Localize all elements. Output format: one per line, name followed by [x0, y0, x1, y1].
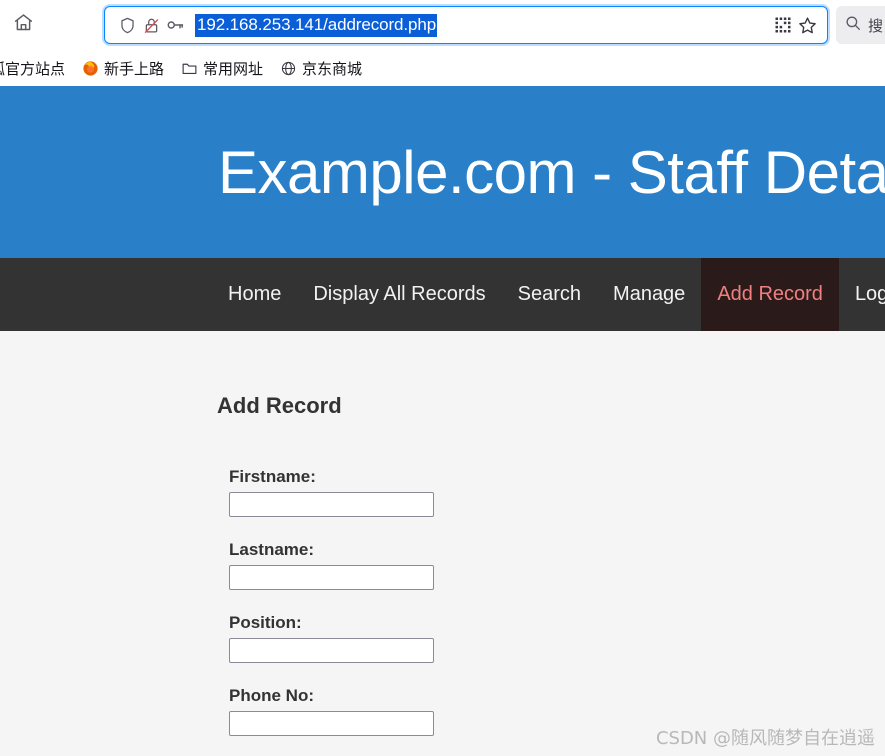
star-icon[interactable] — [795, 13, 819, 37]
browser-toolbar: 192.168.253.141/addrecord.php 搜 — [0, 0, 885, 50]
nav-item-add-record[interactable]: Add Record — [701, 258, 839, 331]
phone-no-input[interactable] — [229, 711, 434, 736]
page-viewport: Example.com - Staff Deta Home Display Al… — [0, 86, 885, 756]
nav-item-search[interactable]: Search — [502, 258, 597, 331]
search-placeholder: 搜 — [868, 17, 884, 35]
nav-item-manage[interactable]: Manage — [597, 258, 701, 331]
browser-chrome: 192.168.253.141/addrecord.php 搜 官方站点 新手上… — [0, 0, 885, 86]
qr-code-icon[interactable] — [771, 13, 795, 37]
bookmark-label: 新手上路 — [104, 60, 165, 78]
key-icon[interactable] — [163, 13, 187, 37]
home-button[interactable] — [6, 8, 40, 42]
phone-no-label: Phone No: — [229, 686, 314, 705]
firefox-icon — [81, 59, 99, 77]
position-input[interactable] — [229, 638, 434, 663]
lastname-label: Lastname: — [229, 540, 315, 559]
globe-icon — [279, 59, 297, 77]
site-header-banner: Example.com - Staff Deta — [0, 86, 885, 258]
firstname-label: Firstname: — [229, 467, 316, 486]
urlbar-actions — [771, 13, 819, 37]
main-content: Add Record Firstname: Lastname: Position… — [0, 331, 885, 756]
home-icon — [13, 12, 34, 38]
bookmark-item-getting-started[interactable]: 新手上路 — [75, 55, 170, 81]
bookmark-label: 狐官方站点 — [0, 60, 66, 78]
field-firstname: Firstname: — [229, 467, 885, 517]
bookmark-label: 常用网址 — [203, 60, 264, 78]
browser-search-box[interactable]: 搜 — [836, 6, 885, 44]
nav-item-log-out[interactable]: Log Ou — [839, 258, 885, 331]
nav-item-display-all-records[interactable]: Display All Records — [297, 258, 501, 331]
page-title: Example.com - Staff Deta — [218, 138, 885, 206]
bookmark-item-firefox-official[interactable]: 狐官方站点 — [0, 55, 71, 81]
lastname-input[interactable] — [229, 565, 434, 590]
nav-item-home[interactable]: Home — [212, 258, 297, 331]
field-position: Position: — [229, 613, 885, 663]
field-lastname: Lastname: — [229, 540, 885, 590]
folder-icon — [180, 59, 198, 77]
add-record-form: Firstname: Lastname: Position: Phone No: — [229, 419, 885, 736]
firstname-input[interactable] — [229, 492, 434, 517]
shield-icon[interactable] — [115, 13, 139, 37]
url-bar[interactable]: 192.168.253.141/addrecord.php — [104, 6, 828, 44]
url-text-container[interactable]: 192.168.253.141/addrecord.php — [195, 13, 771, 37]
form-heading: Add Record — [217, 393, 342, 418]
csdn-watermark: CSDN @随风随梦自在逍遥 — [655, 728, 875, 749]
site-navigation: Home Display All Records Search Manage A… — [0, 258, 885, 331]
bookmarks-bar: 狐官方站点 新手上路 常用网址 — [0, 50, 885, 86]
url-input[interactable]: 192.168.253.141/addrecord.php — [195, 13, 438, 37]
bookmark-item-jd-mall[interactable]: 京东商城 — [273, 55, 368, 81]
search-icon — [844, 14, 862, 37]
no-lock-crossed-icon[interactable] — [139, 13, 163, 37]
bookmark-label: 京东商城 — [302, 60, 363, 78]
position-label: Position: — [229, 613, 302, 632]
bookmark-item-common-sites[interactable]: 常用网址 — [174, 55, 269, 81]
